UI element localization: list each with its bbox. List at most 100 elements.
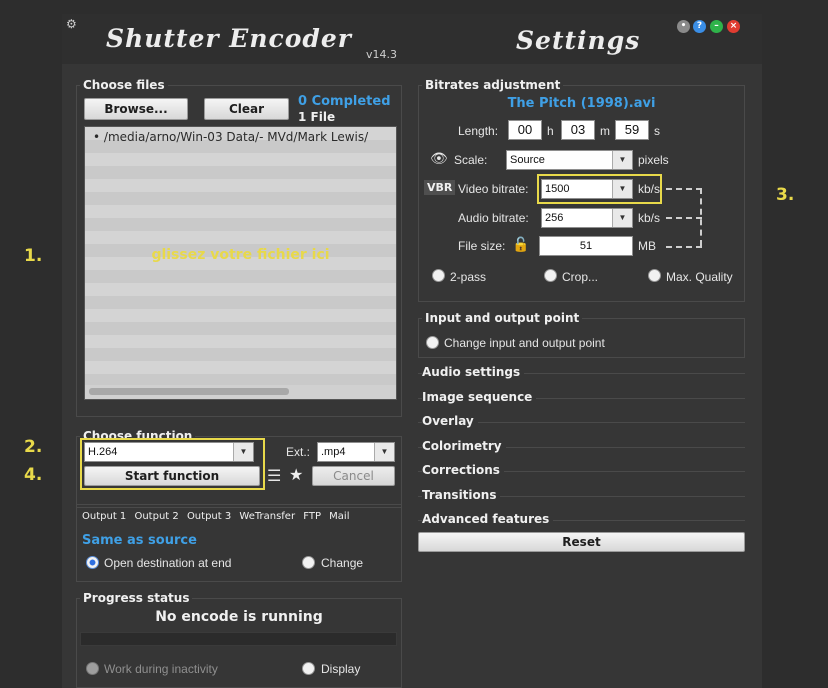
progress-title: Progress status (80, 591, 193, 605)
drop-hint: glissez votre fichier ici (151, 247, 330, 263)
star-icon[interactable]: ★ (289, 465, 303, 485)
start-function-button[interactable]: Start function (84, 466, 260, 486)
extension-select-value: .mp4 (321, 446, 346, 458)
work-inactivity-radio[interactable] (86, 662, 99, 675)
tab-wetransfer[interactable]: WeTransfer (239, 511, 295, 522)
file-entry-path: /media/arno/Win-03 Data/- MVd/Mark Lewis… (103, 130, 369, 144)
section-advanced-features[interactable]: Advanced features (422, 512, 554, 526)
chevron-down-icon[interactable]: ▼ (374, 443, 394, 461)
cancel-button[interactable]: Cancel (312, 466, 395, 486)
minutes-unit: m (600, 124, 610, 138)
version-label: v14.3 (366, 48, 398, 61)
step-label-1: 1. (24, 246, 43, 266)
destination-path: Same as source (82, 533, 197, 548)
app-window: ⚙ Shutter Encoder v14.3 Settings • ? – ×… (62, 14, 762, 688)
close-icon[interactable]: × (727, 20, 740, 33)
scrollbar-thumb[interactable] (89, 388, 289, 395)
change-destination-label: Change (321, 556, 364, 570)
clear-button[interactable]: Clear (204, 98, 289, 120)
link-dash-audio (666, 217, 702, 219)
step-label-2: 2. (24, 437, 43, 457)
tab-output-2[interactable]: Output 2 (134, 511, 178, 522)
reset-button[interactable]: Reset (418, 532, 745, 552)
help-icon[interactable]: ? (693, 20, 706, 33)
completed-count: 0 Completed (298, 94, 391, 109)
crop-label: Crop... (562, 270, 599, 284)
io-point-radio[interactable] (426, 336, 439, 349)
choose-files-title: Choose files (80, 78, 168, 92)
tab-mail[interactable]: Mail (329, 511, 349, 522)
step-label-4: 4. (24, 465, 43, 485)
link-dash-video (666, 188, 702, 190)
eye-icon[interactable]: 👁 (430, 150, 448, 167)
audio-bitrate-select[interactable]: 256 ▼ (541, 208, 633, 228)
twopass-label: 2-pass (450, 270, 487, 284)
section-colorimetry[interactable]: Colorimetry (422, 439, 506, 453)
audio-bitrate-unit: kb/s (638, 211, 661, 225)
max-quality-label: Max. Quality (666, 270, 733, 284)
app-title: Shutter Encoder (106, 24, 352, 53)
file-count: 1 File (298, 110, 336, 124)
horizontal-scrollbar[interactable] (85, 385, 396, 399)
queue-icon[interactable]: ☰ (267, 466, 281, 486)
io-point-title: Input and output point (422, 311, 583, 325)
section-audio-settings[interactable]: Audio settings (422, 365, 525, 379)
output-tabs: Output 1 Output 2 Output 3 WeTransfer FT… (82, 511, 354, 522)
ext-label: Ext.: (286, 445, 311, 459)
browse-button[interactable]: Browse... (84, 98, 188, 120)
file-list[interactable]: • /media/arno/Win-03 Data/- MVd/Mark Lew… (84, 126, 397, 400)
bitrates-title: Bitrates adjustment (422, 78, 564, 92)
audio-bitrate-value: 256 (545, 212, 564, 224)
file-entry[interactable]: • /media/arno/Win-03 Data/- MVd/Mark Lew… (93, 130, 368, 144)
tab-output-3[interactable]: Output 3 (187, 511, 231, 522)
open-destination-label: Open destination at end (104, 556, 232, 570)
current-filename: The Pitch (1998).avi (507, 96, 656, 111)
vbr-badge[interactable]: VBR (424, 180, 456, 195)
gear-icon[interactable]: ⚙ (66, 17, 77, 31)
extension-select[interactable]: .mp4 ▼ (317, 442, 395, 462)
tab-output-1[interactable]: Output 1 (82, 511, 126, 522)
minutes-field[interactable]: 03 (561, 120, 595, 140)
hours-unit: h (547, 124, 554, 138)
scale-unit: pixels (638, 153, 669, 167)
filesize-field[interactable]: 51 (539, 236, 633, 256)
seconds-field[interactable]: 59 (615, 120, 649, 140)
link-dash-vertical (700, 188, 702, 246)
work-inactivity-label: Work during inactivity (104, 662, 218, 676)
tab-ftp[interactable]: FTP (303, 511, 321, 522)
scale-label: Scale: (454, 153, 488, 167)
minimize-icon[interactable]: • (677, 20, 690, 33)
highlight-video-bitrate (537, 174, 662, 204)
maximize-icon[interactable]: – (710, 20, 723, 33)
step-label-3: 3. (776, 185, 795, 205)
section-overlay[interactable]: Overlay (422, 414, 478, 428)
max-quality-radio[interactable] (648, 269, 661, 282)
open-destination-radio[interactable] (86, 556, 99, 569)
audio-bitrate-label: Audio bitrate: (458, 211, 529, 225)
chevron-down-icon[interactable]: ▼ (612, 151, 632, 169)
seconds-unit: s (654, 124, 660, 138)
scale-select-value: Source (510, 154, 545, 166)
link-dash-filesize (666, 246, 702, 248)
section-corrections[interactable]: Corrections (422, 463, 504, 477)
progress-bar (80, 632, 397, 646)
title-bar[interactable]: ⚙ Shutter Encoder v14.3 Settings • ? – × (62, 14, 762, 64)
change-destination-radio[interactable] (302, 556, 315, 569)
twopass-radio[interactable] (432, 269, 445, 282)
scale-select[interactable]: Source ▼ (506, 150, 633, 170)
section-transitions[interactable]: Transitions (422, 488, 501, 502)
settings-title: Settings (516, 26, 641, 55)
section-image-sequence[interactable]: Image sequence (422, 390, 537, 404)
lock-icon[interactable]: 🔓 (512, 236, 529, 253)
length-label: Length: (458, 124, 499, 138)
hours-field[interactable]: 00 (508, 120, 542, 140)
io-point-label: Change input and output point (444, 336, 605, 350)
video-bitrate-label: Video bitrate: (458, 182, 529, 196)
display-radio[interactable] (302, 662, 315, 675)
progress-status-text: No encode is running (155, 609, 323, 625)
filesize-label: File size: (458, 239, 506, 253)
chevron-down-icon[interactable]: ▼ (612, 209, 632, 227)
crop-radio[interactable] (544, 269, 557, 282)
filesize-unit: MB (638, 239, 656, 253)
display-label: Display (321, 662, 361, 676)
